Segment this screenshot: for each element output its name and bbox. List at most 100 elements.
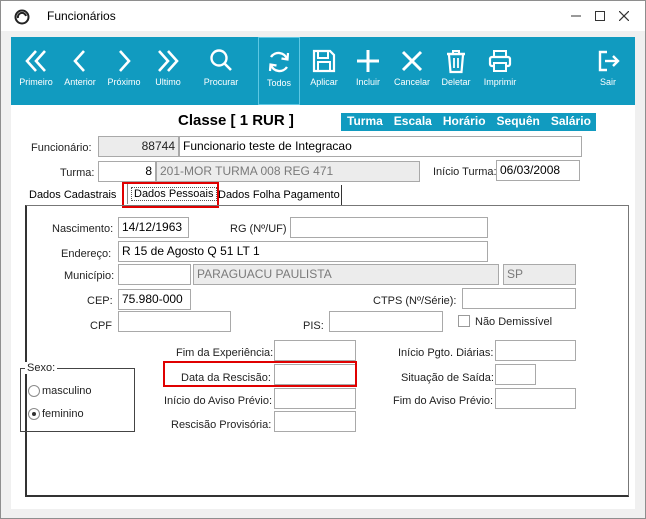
classe-title: Classe [ 1 RUR ] xyxy=(178,112,294,129)
printer-icon xyxy=(488,50,512,72)
nascimento-label: Nascimento: xyxy=(52,223,114,235)
nascimento-field[interactable]: 14/12/1963 xyxy=(118,217,189,238)
pis-label: PIS: xyxy=(303,320,324,332)
incluir-button[interactable]: Incluir xyxy=(344,37,392,105)
sexo-group xyxy=(20,368,135,432)
endereco-label: Endereço: xyxy=(61,248,112,260)
double-chevron-left-icon xyxy=(25,50,46,72)
tab-sequencia[interactable]: Sequên xyxy=(491,113,545,131)
nao-demissivel-label: Não Demissível xyxy=(475,316,553,328)
minimize-icon xyxy=(571,15,581,17)
inicio-aviso-field[interactable] xyxy=(274,388,356,409)
maximize-button[interactable] xyxy=(589,6,611,26)
inicio-pgto-field[interactable] xyxy=(495,340,576,361)
turma-desc-field[interactable]: 201-MOR TURMA 008 REG 471 xyxy=(156,161,420,182)
refresh-icon xyxy=(268,51,290,73)
primeiro-label: Primeiro xyxy=(19,77,53,87)
nao-demissivel-checkbox[interactable] xyxy=(458,315,470,327)
deletar-label: Deletar xyxy=(441,77,471,87)
sexo-label: Sexo: xyxy=(25,362,58,374)
municipio-code-field[interactable] xyxy=(118,264,191,285)
close-icon xyxy=(401,50,423,72)
masculino-label: masculino xyxy=(42,385,92,397)
cpf-field[interactable] xyxy=(118,311,231,332)
trash-icon xyxy=(447,50,465,74)
chevron-left-icon xyxy=(73,50,85,72)
maximize-icon xyxy=(595,11,605,21)
situacao-saida-label: Situação de Saída: xyxy=(401,372,494,384)
double-chevron-right-icon xyxy=(158,50,179,72)
fim-aviso-field[interactable] xyxy=(495,388,576,409)
todos-label: Todos xyxy=(266,78,292,88)
app-icon xyxy=(14,9,30,25)
endereco-field[interactable]: R 15 de Agosto Q 51 LT 1 xyxy=(118,241,488,262)
search-icon xyxy=(210,49,232,71)
funcionario-nome-field[interactable]: Funcionario teste de Integracao xyxy=(179,136,582,157)
proximo-label: Próximo xyxy=(107,77,141,87)
tab-dados-cadastrais[interactable]: Dados Cadastrais xyxy=(29,189,116,201)
ctps-label: CTPS (Nº/Série): xyxy=(373,295,457,307)
inicio-turma-field[interactable]: 06/03/2008 xyxy=(496,160,580,181)
tab-dados-folha[interactable]: Dados Folha Pagamento xyxy=(218,189,340,201)
fim-aviso-label: Fim do Aviso Prévio: xyxy=(393,395,494,407)
funcionario-label: Funcionário: xyxy=(31,142,92,154)
save-icon xyxy=(312,49,336,73)
deletar-button[interactable]: Deletar xyxy=(432,37,480,105)
chevron-right-icon xyxy=(119,50,131,72)
tab-escala[interactable]: Escala xyxy=(388,113,437,131)
turma-num-field[interactable]: 8 xyxy=(98,161,156,182)
cep-field[interactable]: 75.980-000 xyxy=(118,289,191,310)
uf-field[interactable]: SP xyxy=(503,264,576,285)
close-window-button[interactable] xyxy=(613,6,635,26)
plus-icon xyxy=(357,50,379,72)
incluir-label: Incluir xyxy=(355,77,380,87)
tab-salario[interactable]: Salário xyxy=(545,113,596,131)
todos-button[interactable]: Todos xyxy=(258,37,300,105)
tab-turma[interactable]: Turma xyxy=(341,113,388,131)
rg-label: RG (Nº/UF) xyxy=(230,223,287,235)
aplicar-label: Aplicar xyxy=(310,77,338,87)
fim-experiencia-field[interactable] xyxy=(274,340,356,361)
ultimo-label: Ultimo xyxy=(155,77,181,87)
close-icon xyxy=(619,11,629,21)
toolbar: Primeiro Anterior Próximo Ultimo Procura… xyxy=(11,37,635,105)
funcionario-id-field[interactable]: 88744 xyxy=(98,136,179,157)
imprimir-label: Imprimir xyxy=(483,77,517,87)
radio-feminino[interactable] xyxy=(28,408,40,420)
window-title: Funcionários xyxy=(47,9,116,23)
situacao-saida-field[interactable] xyxy=(495,364,536,385)
ultimo-button[interactable]: Ultimo xyxy=(144,37,192,105)
rescisao-provisoria-field[interactable] xyxy=(274,411,356,432)
highlight-box-rescisao xyxy=(163,361,357,387)
aplicar-button[interactable]: Aplicar xyxy=(300,37,348,105)
anterior-label: Anterior xyxy=(64,77,96,87)
primeiro-button[interactable]: Primeiro xyxy=(12,37,60,105)
radio-masculino[interactable] xyxy=(28,385,40,397)
procurar-button[interactable]: Procurar xyxy=(197,37,245,105)
title-bar: Funcionários xyxy=(1,1,645,31)
inicio-aviso-label: Início do Aviso Prévio: xyxy=(164,395,273,407)
proximo-button[interactable]: Próximo xyxy=(100,37,148,105)
exit-icon xyxy=(598,50,620,72)
tab-horario[interactable]: Horário xyxy=(437,113,491,131)
sair-label: Sair xyxy=(599,77,616,87)
feminino-label: feminino xyxy=(42,408,84,420)
anterior-button[interactable]: Anterior xyxy=(56,37,104,105)
cep-label: CEP: xyxy=(87,295,113,307)
cancelar-label: Cancelar xyxy=(393,77,431,87)
municipio-nome-field[interactable]: PARAGUACU PAULISTA xyxy=(193,264,499,285)
tab-divider xyxy=(341,185,342,205)
sair-button[interactable]: Sair xyxy=(584,37,632,105)
pis-field[interactable] xyxy=(329,311,443,332)
fim-experiencia-label: Fim da Experiência: xyxy=(176,347,274,359)
cancelar-button[interactable]: Cancelar xyxy=(388,37,436,105)
ctps-field[interactable] xyxy=(462,288,576,309)
minimize-button[interactable] xyxy=(565,6,587,26)
header-tabs: Turma Escala Horário Sequên Salário xyxy=(341,113,596,131)
inicio-turma-label: Início Turma: xyxy=(433,166,497,178)
main-content: Classe [ 1 RUR ] Turma Escala Horário Se… xyxy=(11,105,635,509)
rescisao-provisoria-label: Rescisão Provisória: xyxy=(171,419,272,431)
rg-field[interactable] xyxy=(290,217,488,238)
procurar-label: Procurar xyxy=(203,77,239,87)
imprimir-button[interactable]: Imprimir xyxy=(476,37,524,105)
